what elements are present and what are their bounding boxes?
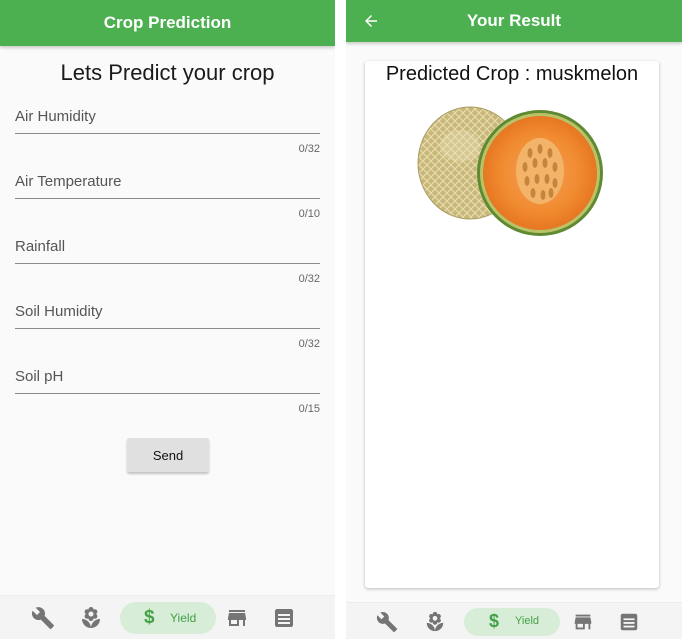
field-counter: 0/15 (298, 403, 320, 415)
field-label: Soil Humidity (15, 303, 103, 320)
bottom-nav: $ Yield (0, 595, 335, 639)
nav-item-yield[interactable]: $ Yield (464, 608, 560, 636)
app-bar-title: Your Result (466, 11, 562, 30)
app-bar-title: Crop Prediction (103, 13, 232, 32)
newspaper-icon[interactable] (272, 606, 296, 635)
store-icon[interactable] (572, 611, 594, 638)
dollar-icon: $ (489, 611, 500, 631)
field-underline (15, 133, 320, 134)
page-title: Lets Predict your crop (60, 60, 275, 85)
field-label: Air Humidity (15, 108, 96, 125)
arrow-back-icon[interactable] (358, 8, 384, 34)
predicted-crop-text: Predicted Crop : muskmelon (385, 63, 639, 85)
screen-divider (335, 0, 346, 639)
app-bar: Your Result (346, 0, 682, 42)
send-button[interactable]: Send (127, 438, 209, 472)
sprout-icon[interactable] (424, 611, 446, 638)
field-underline (15, 263, 320, 264)
crop-prediction-screen: Crop Prediction Lets Predict your crop A… (0, 0, 335, 639)
nav-label-yield: Yield (170, 611, 197, 625)
field-label: Rainfall (15, 238, 66, 255)
result-screen: Your Result Predicted Crop : muskmelon $… (346, 0, 682, 639)
field-underline (15, 198, 320, 199)
rainfall-field[interactable]: Rainfall 0/32 (15, 238, 320, 298)
field-counter: 0/32 (298, 338, 320, 350)
wrench-icon[interactable] (376, 611, 398, 638)
dollar-icon: $ (144, 607, 155, 628)
newspaper-icon[interactable] (618, 611, 640, 638)
field-label: Air Temperature (15, 173, 122, 190)
field-counter: 0/32 (298, 143, 320, 155)
wrench-icon[interactable] (31, 606, 55, 635)
field-underline (15, 328, 320, 329)
sprout-icon[interactable] (79, 606, 103, 635)
field-label: Soil pH (15, 368, 64, 385)
field-counter: 0/32 (298, 273, 320, 285)
result-card: Predicted Crop : muskmelon (365, 61, 659, 588)
store-icon[interactable] (225, 606, 249, 635)
app-bar: Crop Prediction (0, 0, 335, 46)
soil-ph-field[interactable]: Soil pH 0/15 (15, 368, 320, 428)
air-humidity-field[interactable]: Air Humidity 0/32 (15, 108, 320, 168)
nav-label-yield: Yield (515, 615, 540, 627)
nav-item-yield[interactable]: $ Yield (120, 602, 216, 634)
field-counter: 0/10 (298, 208, 320, 220)
air-temperature-field[interactable]: Air Temperature 0/10 (15, 173, 320, 233)
soil-humidity-field[interactable]: Soil Humidity 0/32 (15, 303, 320, 363)
muskmelon-image (417, 106, 603, 236)
field-underline (15, 393, 320, 394)
bottom-nav: $ Yield (346, 602, 682, 639)
